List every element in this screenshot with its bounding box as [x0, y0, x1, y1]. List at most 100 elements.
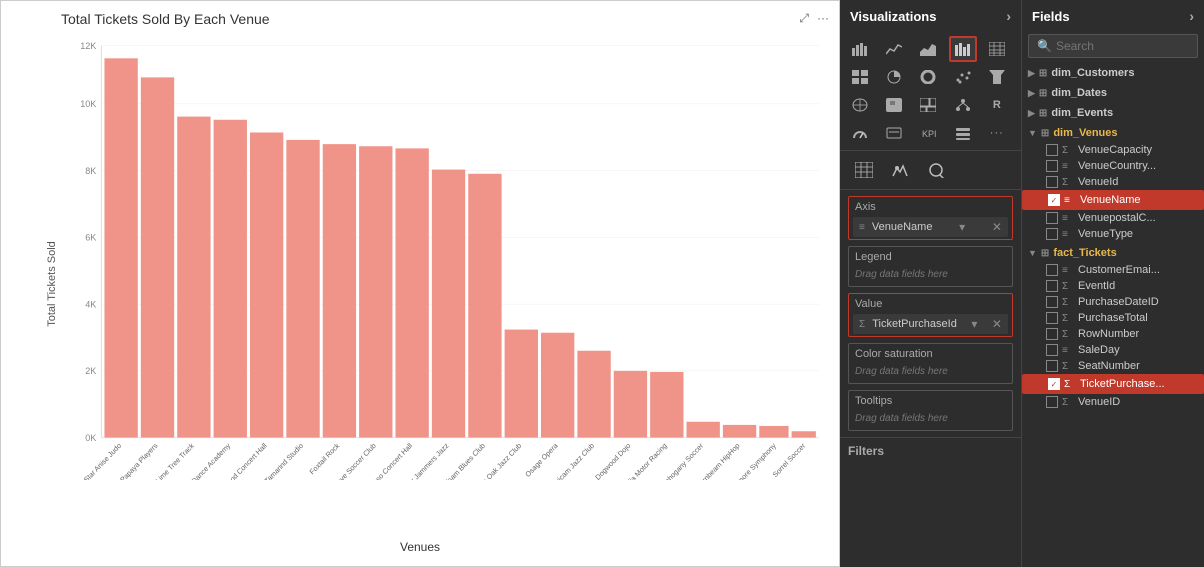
- value-field-dropdown[interactable]: ▾: [971, 317, 977, 331]
- filters-label: Filters: [848, 444, 884, 458]
- eventid-label: EventId: [1078, 280, 1115, 292]
- viz-filled-map-icon[interactable]: [880, 92, 908, 118]
- viz-line-icon[interactable]: [880, 36, 908, 62]
- venuepostal-type: ≡: [1062, 213, 1074, 224]
- saleday-checkbox[interactable]: [1046, 344, 1058, 356]
- format-tab-icon[interactable]: [886, 157, 914, 183]
- axis-field-dropdown[interactable]: ▾: [959, 220, 965, 234]
- customeremail-checkbox[interactable]: [1046, 264, 1058, 276]
- viz-decomp-icon[interactable]: [949, 92, 977, 118]
- field-item-saleday[interactable]: ≡ SaleDay: [1022, 342, 1204, 358]
- viz-treemap-icon[interactable]: [914, 92, 942, 118]
- viz-column-icon[interactable]: [949, 36, 977, 62]
- more-chart-icon[interactable]: ···: [817, 11, 829, 26]
- field-item-seatnumber[interactable]: Σ SeatNumber: [1022, 358, 1204, 374]
- seatnumber-checkbox[interactable]: [1046, 360, 1058, 372]
- tickets-expand-icon: ▼: [1028, 248, 1037, 258]
- eventid-type: Σ: [1062, 281, 1074, 292]
- value-field-tag[interactable]: Σ TicketPurchaseId ▾ ✕: [853, 314, 1008, 334]
- filters-section: Filters: [840, 437, 1021, 464]
- purchasedateid-label: PurchaseDateID: [1078, 296, 1159, 308]
- field-group-dates-header[interactable]: ▶ ⊞ dim_Dates: [1022, 84, 1204, 102]
- field-item-eventid[interactable]: Σ EventId: [1022, 278, 1204, 294]
- viz-r-icon[interactable]: R: [983, 92, 1011, 118]
- events-table-icon: ⊞: [1039, 108, 1047, 119]
- field-item-purchasetotal[interactable]: Σ PurchaseTotal: [1022, 310, 1204, 326]
- axis-field-tag[interactable]: ≡ VenueName ▾ ✕: [853, 217, 1008, 237]
- rownumber-checkbox[interactable]: [1046, 328, 1058, 340]
- viz-card-icon[interactable]: [880, 120, 908, 146]
- field-item-venuecapacity[interactable]: Σ VenueCapacity: [1022, 142, 1204, 158]
- venueid-checkbox[interactable]: [1046, 176, 1058, 188]
- search-box[interactable]: 🔍: [1028, 34, 1198, 58]
- field-item-venuename[interactable]: ✓ ≡ VenueName: [1022, 190, 1204, 210]
- viz-gauge-icon[interactable]: [846, 120, 874, 146]
- chart-area: Total Tickets Sold By Each Venue ⤢ ··· T…: [0, 0, 840, 567]
- svg-text:12K: 12K: [80, 41, 97, 51]
- field-group-events-header[interactable]: ▶ ⊞ dim_Events: [1022, 104, 1204, 122]
- customeremail-type: ≡: [1062, 265, 1074, 276]
- tickets-table-icon: ⊞: [1041, 248, 1049, 259]
- dates-expand-icon: ▶: [1028, 88, 1035, 99]
- viz-bar-icon[interactable]: [846, 36, 874, 62]
- field-group-customers: ▶ ⊞ dim_Customers: [1022, 64, 1204, 82]
- viz-map-icon[interactable]: [846, 92, 874, 118]
- field-item-venueid2[interactable]: Σ VenueID: [1022, 394, 1204, 410]
- venuetype-type: ≡: [1062, 229, 1074, 240]
- viz-scatter-icon[interactable]: [949, 64, 977, 90]
- venuecapacity-checkbox[interactable]: [1046, 144, 1058, 156]
- legend-placeholder: Drag data fields here: [849, 265, 1012, 286]
- svg-text:4K: 4K: [85, 299, 97, 309]
- purchasedateid-checkbox[interactable]: [1046, 296, 1058, 308]
- field-item-customeremail[interactable]: ≡ CustomerEmai...: [1022, 262, 1204, 278]
- field-item-venuecountry[interactable]: ≡ VenueCountry...: [1022, 158, 1204, 174]
- fields-tab-icon[interactable]: [850, 157, 878, 183]
- ticketpurchase-checkbox[interactable]: ✓: [1048, 378, 1060, 390]
- venuetype-checkbox[interactable]: [1046, 228, 1058, 240]
- field-item-venuetype[interactable]: ≡ VenueType: [1022, 226, 1204, 242]
- search-input[interactable]: [1056, 39, 1204, 53]
- venuecapacity-type: Σ: [1062, 145, 1074, 156]
- tickets-group-label: fact_Tickets: [1053, 247, 1116, 259]
- field-item-ticketpurchase[interactable]: ✓ Σ TicketPurchase...: [1022, 374, 1204, 394]
- viz-pie-icon[interactable]: [880, 64, 908, 90]
- expand-chart-icon[interactable]: ⤢: [799, 11, 809, 26]
- seatnumber-type: Σ: [1062, 361, 1074, 372]
- chart-svg: 0K 2K 4K 6K 8K 10K 12K: [61, 35, 829, 480]
- fields-expand-icon[interactable]: ›: [1189, 8, 1194, 24]
- venuepostal-label: VenuepostalC...: [1078, 212, 1156, 224]
- color-placeholder: Drag data fields here: [849, 362, 1012, 383]
- purchasetotal-checkbox[interactable]: [1046, 312, 1058, 324]
- venuepostal-checkbox[interactable]: [1046, 212, 1058, 224]
- viz-funnel-icon[interactable]: [983, 64, 1011, 90]
- field-group-tickets-header[interactable]: ▼ ⊞ fact_Tickets: [1022, 244, 1204, 262]
- value-label: Value: [849, 294, 1012, 312]
- field-item-purchasedateid[interactable]: Σ PurchaseDateID: [1022, 294, 1204, 310]
- venueid2-checkbox[interactable]: [1046, 396, 1058, 408]
- viz-more-icon[interactable]: ···: [983, 120, 1011, 146]
- viz-donut-icon[interactable]: [914, 64, 942, 90]
- svg-text:8K: 8K: [85, 166, 97, 176]
- viz-expand-icon[interactable]: ›: [1006, 8, 1011, 24]
- viz-slicer-icon[interactable]: [949, 120, 977, 146]
- viz-table-icon[interactable]: [983, 36, 1011, 62]
- field-item-rownumber[interactable]: Σ RowNumber: [1022, 326, 1204, 342]
- viz-kpi-icon[interactable]: KPI: [914, 120, 942, 146]
- value-field-icon: Σ: [859, 319, 865, 330]
- y-axis-label: Total Tickets Sold: [46, 241, 58, 327]
- viz-area-icon[interactable]: [914, 36, 942, 62]
- field-group-customers-header[interactable]: ▶ ⊞ dim_Customers: [1022, 64, 1204, 82]
- value-field-remove[interactable]: ✕: [992, 317, 1002, 331]
- viz-matrix-icon[interactable]: [846, 64, 874, 90]
- axis-field-value: VenueName: [872, 221, 933, 233]
- venuecountry-checkbox[interactable]: [1046, 160, 1058, 172]
- venuename-checkbox[interactable]: ✓: [1048, 194, 1060, 206]
- x-axis-label: Venues: [400, 540, 440, 554]
- field-item-venuepostal[interactable]: ≡ VenuepostalC...: [1022, 210, 1204, 226]
- axis-field-remove[interactable]: ✕: [992, 220, 1002, 234]
- customers-expand-icon: ▶: [1028, 68, 1035, 79]
- analytics-tab-icon[interactable]: [922, 157, 950, 183]
- field-group-venues-header[interactable]: ▼ ⊞ dim_Venues: [1022, 124, 1204, 142]
- eventid-checkbox[interactable]: [1046, 280, 1058, 292]
- field-item-venueid[interactable]: Σ VenueId: [1022, 174, 1204, 190]
